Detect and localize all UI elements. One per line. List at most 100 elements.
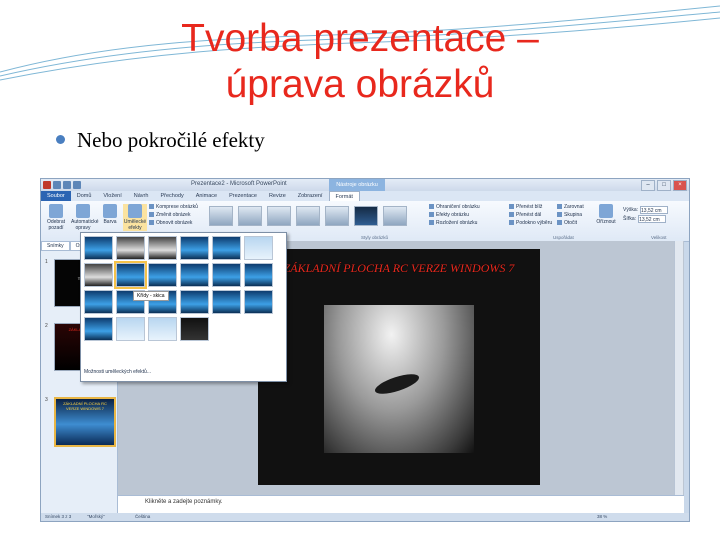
- tab-file[interactable]: Soubor: [41, 191, 71, 201]
- bring-forward-button[interactable]: Přenést blíž: [509, 203, 552, 211]
- corrections-icon: [76, 204, 90, 218]
- change-picture-button[interactable]: Změnit obrázek: [149, 211, 198, 219]
- page-title-line-1: Tvorba prezentace –: [181, 17, 539, 60]
- tab-slideshow[interactable]: Prezentace: [223, 191, 263, 201]
- artistic-effects-button[interactable]: Umělecké efekty: [123, 204, 147, 231]
- window-title: Prezentace2 - Microsoft PowerPoint: [191, 181, 287, 187]
- effect-option[interactable]: [116, 236, 145, 260]
- picture-border-button[interactable]: Ohraničení obrázku: [429, 203, 480, 211]
- effect-option[interactable]: [212, 236, 241, 260]
- remove-background-icon: [49, 204, 63, 218]
- notes-placeholder: Klikněte a zadejte poznámky.: [145, 499, 223, 505]
- picture-effects-button[interactable]: Efekty obrázku: [429, 211, 480, 219]
- color-button[interactable]: Barva: [98, 204, 122, 225]
- tab-home[interactable]: Domů: [71, 191, 98, 201]
- effect-option[interactable]: [244, 263, 273, 287]
- effect-option[interactable]: [180, 236, 209, 260]
- picture-style-1[interactable]: [209, 206, 233, 226]
- effect-option[interactable]: [148, 263, 177, 287]
- effect-option[interactable]: [180, 290, 209, 314]
- effect-option[interactable]: [180, 317, 209, 341]
- quick-access-toolbar: [43, 181, 81, 189]
- effect-option[interactable]: [84, 290, 113, 314]
- slide-picture[interactable]: [324, 305, 474, 453]
- effect-option[interactable]: [148, 317, 177, 341]
- ribbon-tabs: Soubor Domů Vložení Návrh Přechody Anima…: [41, 191, 689, 201]
- effect-option[interactable]: [84, 236, 113, 260]
- effect-option[interactable]: [212, 263, 241, 287]
- status-zoom: 38 %: [597, 514, 608, 519]
- compress-pictures-button[interactable]: Komprese obrázků: [149, 203, 198, 211]
- align-button[interactable]: Zarovnat: [557, 203, 584, 211]
- tab-insert[interactable]: Vložení: [97, 191, 127, 201]
- gallery-tooltip: Křídy - skica: [133, 291, 169, 301]
- minimize-button[interactable]: –: [641, 180, 655, 191]
- effect-option[interactable]: [244, 236, 273, 260]
- height-label: Výška:: [623, 207, 639, 213]
- window-titlebar: Prezentace2 - Microsoft PowerPoint Nástr…: [41, 179, 689, 191]
- bullet-item: Nebo pokročilé efekty: [56, 128, 265, 153]
- context-tab-picture-tools: Nástroje obrázku: [329, 179, 385, 191]
- picture-style-3[interactable]: [267, 206, 291, 226]
- status-slide: Snímek 3 z 3: [45, 514, 72, 519]
- current-slide[interactable]: ZÁKLADNÍ PLOCHA RC VERZE WINDOWS 7: [258, 249, 540, 485]
- reset-picture-button[interactable]: Obnovit obrázek: [149, 219, 198, 227]
- app-icon[interactable]: [43, 181, 51, 189]
- selection-pane-button[interactable]: Podokno výběru: [509, 219, 552, 227]
- close-button[interactable]: ×: [673, 180, 687, 191]
- effect-option[interactable]: [116, 317, 145, 341]
- status-bar: Snímek 3 z 3 "Mořský" Čeština 38 %: [41, 513, 689, 521]
- vertical-scrollbar[interactable]: [674, 241, 683, 495]
- remove-background-button[interactable]: Odebrat pozadí: [44, 204, 68, 231]
- save-icon[interactable]: [53, 181, 61, 189]
- effect-option[interactable]: [180, 263, 209, 287]
- current-slide-title[interactable]: ZÁKLADNÍ PLOCHA RC VERZE WINDOWS 7: [258, 259, 540, 277]
- tab-animations[interactable]: Animace: [190, 191, 223, 201]
- tab-slides[interactable]: Snímky: [41, 241, 70, 251]
- effect-option-selected[interactable]: [114, 261, 147, 289]
- picture-styles-gallery[interactable]: [209, 206, 407, 226]
- picture-style-6[interactable]: [354, 206, 378, 226]
- bullet-text: Nebo pokročilé efekty: [77, 128, 265, 152]
- tab-format[interactable]: Formát: [328, 191, 360, 201]
- rotate-button[interactable]: Otočit: [557, 219, 584, 227]
- tab-review[interactable]: Revize: [263, 191, 292, 201]
- arrange-commands-1: Přenést blíž Přenést dál Podokno výběru: [509, 203, 552, 227]
- arrange-commands-2: Zarovnat Skupina Otočit: [557, 203, 584, 227]
- group-arrange-label: Uspořádat: [553, 235, 574, 240]
- corrections-button[interactable]: Automatické opravy: [71, 204, 99, 231]
- redo-icon[interactable]: [73, 181, 81, 189]
- size-group: Výška: 13,52 cm Šířka: 13,52 cm: [623, 206, 669, 224]
- fish-shape: [372, 370, 422, 398]
- bullet-dot-icon: [56, 135, 65, 144]
- effect-option[interactable]: [244, 290, 273, 314]
- effect-option[interactable]: [148, 236, 177, 260]
- effect-option[interactable]: [212, 290, 241, 314]
- effect-option[interactable]: [84, 317, 113, 341]
- slide-number: 2: [45, 323, 48, 329]
- page-title: Tvorba prezentace – úprava obrázků: [0, 16, 720, 108]
- tab-view[interactable]: Zobrazení: [292, 191, 329, 201]
- artistic-effects-gallery: Křídy - skica Možnosti uměleckých efektů…: [80, 232, 287, 382]
- tab-transitions[interactable]: Přechody: [154, 191, 189, 201]
- picture-layout-button[interactable]: Rozložení obrázku: [429, 219, 480, 227]
- picture-style-7[interactable]: [383, 206, 407, 226]
- height-input[interactable]: 13,52 cm: [640, 206, 669, 214]
- color-icon: [103, 204, 117, 218]
- notes-pane[interactable]: Klikněte a zadejte poznámky.: [118, 495, 684, 514]
- picture-style-5[interactable]: [325, 206, 349, 226]
- send-backward-button[interactable]: Přenést dál: [509, 211, 552, 219]
- width-input[interactable]: 13,52 cm: [638, 215, 667, 223]
- picture-format-commands: Ohraničení obrázku Efekty obrázku Rozlož…: [429, 203, 480, 227]
- slide-thumbnail-3[interactable]: ZÁKLADNÍ PLOCHA RC VERZE WINDOWS 7: [54, 397, 116, 447]
- tab-design[interactable]: Návrh: [128, 191, 155, 201]
- artistic-effects-options-link[interactable]: Možnosti uměleckých efektů...: [84, 369, 151, 375]
- picture-style-4[interactable]: [296, 206, 320, 226]
- picture-style-2[interactable]: [238, 206, 262, 226]
- undo-icon[interactable]: [63, 181, 71, 189]
- effect-option[interactable]: [84, 263, 113, 287]
- maximize-button[interactable]: □: [657, 180, 671, 191]
- slide-number: 1: [45, 259, 48, 265]
- group-button[interactable]: Skupina: [557, 211, 584, 219]
- crop-button[interactable]: Oříznout: [594, 204, 618, 225]
